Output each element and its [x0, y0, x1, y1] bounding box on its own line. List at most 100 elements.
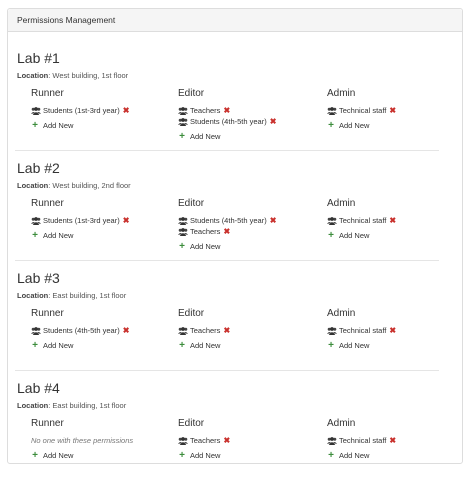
add-new-label: Add New	[43, 451, 74, 460]
permission-column-editor: Editor Teachers ✖ + Add New	[178, 308, 318, 368]
users-icon	[31, 326, 41, 335]
permission-column-runner: Runner Students (1st-3rd year) ✖ + Add New	[31, 198, 171, 258]
add-new-button[interactable]: + Add New	[31, 450, 73, 461]
location-value: East building, 1st floor	[52, 291, 127, 300]
add-new-button[interactable]: + Add New	[31, 230, 73, 241]
group-entry: Students (1st-3rd year) ✖	[31, 105, 129, 116]
add-new-button[interactable]: + Add New	[178, 131, 220, 142]
lab-title: Lab #3	[17, 270, 60, 286]
add-new-button[interactable]: + Add New	[178, 340, 220, 351]
add-new-label: Add New	[43, 341, 74, 350]
remove-icon[interactable]: ✖	[223, 105, 230, 116]
plus-icon: +	[328, 120, 334, 131]
location-label: Location	[17, 401, 49, 410]
add-new-link[interactable]: + Add New	[327, 450, 369, 461]
group-name: Technical staff	[339, 106, 387, 115]
group-name: Technical staff	[339, 326, 387, 335]
users-icon	[178, 216, 188, 225]
group-entry: Technical staff ✖	[327, 325, 396, 336]
add-new-link[interactable]: + Add New	[31, 340, 73, 351]
permission-column-admin: Admin Technical staff ✖ + Add New	[327, 418, 467, 478]
plus-icon: +	[179, 131, 185, 142]
group-name: Students (1st-3rd year)	[43, 106, 120, 115]
plus-icon: +	[32, 340, 38, 351]
remove-icon[interactable]: ✖	[389, 435, 396, 446]
remove-icon[interactable]: ✖	[223, 226, 230, 237]
role-title: Admin	[327, 198, 356, 209]
location-value: East building, 1st floor	[52, 401, 127, 410]
users-icon	[178, 227, 188, 236]
add-new-link[interactable]: + Add New	[178, 340, 220, 351]
add-new-label: Add New	[190, 242, 221, 251]
lab-section: Lab #2 Location: West building, 2nd floor…	[17, 160, 459, 260]
permission-column-runner: Runner Students (4th-5th year) ✖ + Add New	[31, 308, 171, 368]
group-entry: Students (4th-5th year) ✖	[178, 116, 276, 127]
permission-column-runner: Runner Students (1st-3rd year) ✖ + Add New	[31, 88, 171, 148]
remove-icon[interactable]: ✖	[223, 325, 230, 336]
lab-section: Lab #4 Location: East building, 1st floor…	[17, 380, 459, 480]
add-new-label: Add New	[43, 121, 74, 130]
group-entry: Teachers ✖	[178, 226, 230, 237]
location-label: Location	[17, 181, 49, 190]
plus-icon: +	[328, 230, 334, 241]
add-new-button[interactable]: + Add New	[327, 340, 369, 351]
add-new-link[interactable]: + Add New	[327, 340, 369, 351]
group-name: Teachers	[190, 106, 221, 115]
lab-title: Lab #2	[17, 160, 60, 176]
add-new-link[interactable]: + Add New	[31, 450, 73, 461]
add-new-link[interactable]: + Add New	[178, 131, 220, 142]
add-new-button[interactable]: + Add New	[31, 120, 73, 131]
add-new-link[interactable]: + Add New	[178, 450, 220, 461]
remove-icon[interactable]: ✖	[123, 215, 130, 226]
remove-icon[interactable]: ✖	[389, 325, 396, 336]
permission-column-admin: Admin Technical staff ✖ + Add New	[327, 198, 467, 258]
lab-section: Lab #1 Location: West building, 1st floor…	[17, 50, 459, 150]
group-name: Students (4th-5th year)	[190, 117, 267, 126]
lab-location: Location: West building, 2nd floor	[17, 181, 131, 190]
role-title: Runner	[31, 308, 64, 319]
add-new-link[interactable]: + Add New	[178, 241, 220, 252]
remove-icon[interactable]: ✖	[389, 105, 396, 116]
add-new-button[interactable]: + Add New	[178, 450, 220, 461]
lab-title: Lab #4	[17, 380, 60, 396]
plus-icon: +	[328, 340, 334, 351]
permission-column-editor: Editor Teachers ✖ + Add New	[178, 418, 318, 478]
permission-column-runner: Runner No one with these permissions + Add …	[31, 418, 171, 478]
lab-location: Location: East building, 1st floor	[17, 401, 127, 410]
add-new-label: Add New	[43, 231, 74, 240]
group-entry: Students (4th-5th year) ✖	[178, 215, 276, 226]
section-divider	[15, 150, 439, 151]
role-title: Editor	[178, 88, 205, 99]
plus-icon: +	[179, 340, 185, 351]
remove-icon[interactable]: ✖	[270, 116, 277, 127]
remove-icon[interactable]: ✖	[123, 105, 130, 116]
remove-icon[interactable]: ✖	[223, 435, 230, 446]
add-new-button[interactable]: + Add New	[327, 120, 369, 131]
add-new-link[interactable]: + Add New	[327, 120, 369, 131]
lab-title: Lab #1	[17, 50, 60, 66]
users-icon	[178, 436, 188, 445]
plus-icon: +	[179, 241, 185, 252]
section-divider	[15, 370, 439, 371]
remove-icon[interactable]: ✖	[270, 215, 277, 226]
add-new-button[interactable]: + Add New	[178, 241, 220, 252]
permission-column-admin: Admin Technical staff ✖ + Add New	[327, 308, 467, 368]
add-new-label: Add New	[339, 231, 370, 240]
group-name: Teachers	[190, 326, 221, 335]
add-new-link[interactable]: + Add New	[31, 230, 73, 241]
users-icon	[178, 117, 188, 126]
users-icon	[327, 216, 337, 225]
role-title: Admin	[327, 88, 356, 99]
add-new-button[interactable]: + Add New	[31, 340, 73, 351]
remove-icon[interactable]: ✖	[123, 325, 130, 336]
group-name: Students (4th-5th year)	[43, 326, 120, 335]
add-new-button[interactable]: + Add New	[327, 450, 369, 461]
role-title: Admin	[327, 418, 356, 429]
add-new-label: Add New	[190, 132, 221, 141]
add-new-link[interactable]: + Add New	[31, 120, 73, 131]
add-new-link[interactable]: + Add New	[327, 230, 369, 241]
location-value: West building, 1st floor	[52, 71, 129, 80]
remove-icon[interactable]: ✖	[389, 215, 396, 226]
add-new-button[interactable]: + Add New	[327, 230, 369, 241]
group-entry: Technical staff ✖	[327, 435, 396, 446]
